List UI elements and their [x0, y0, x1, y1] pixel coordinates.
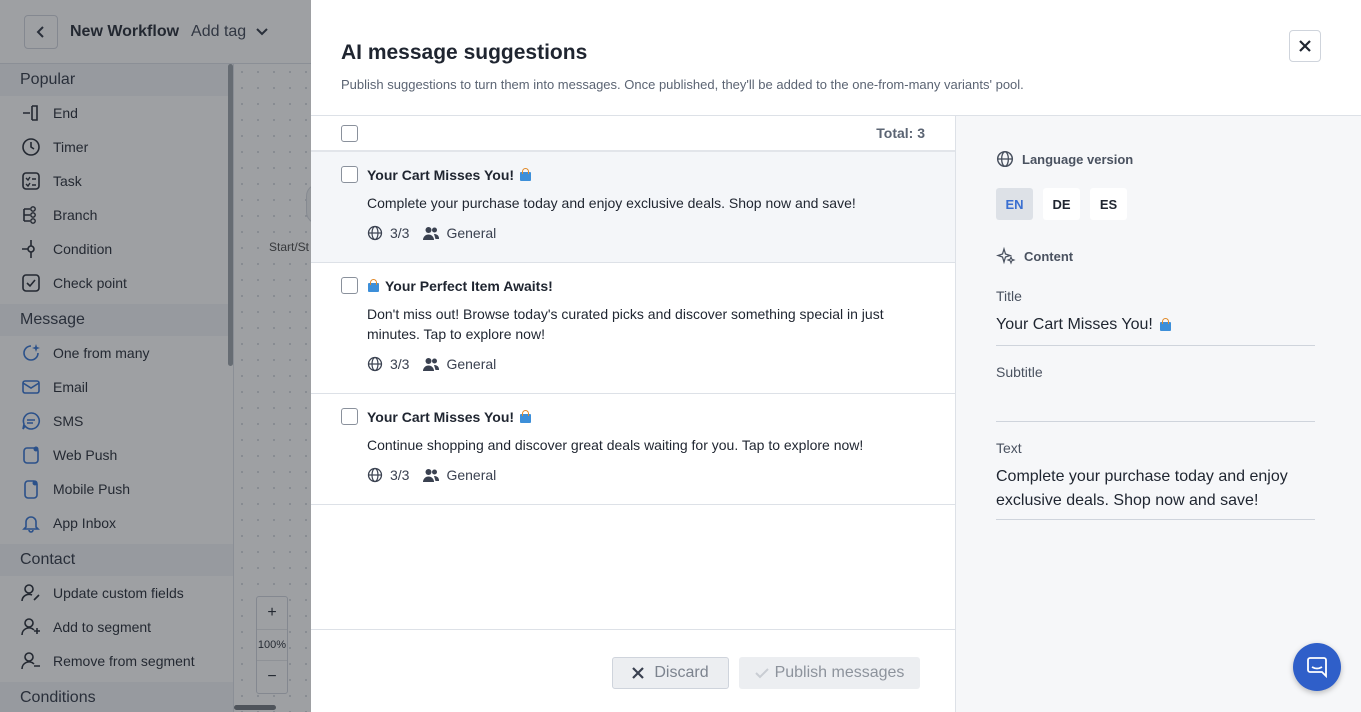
segment-value: General [446, 356, 497, 372]
suggestion-title: Your Perfect Item Awaits! [385, 277, 553, 294]
discard-button[interactable]: Discard [612, 657, 729, 689]
content-label: Content [1024, 248, 1074, 264]
languages-value: 3/3 [390, 225, 410, 241]
users-icon [423, 358, 440, 371]
publish-label: Publish messages [774, 664, 905, 681]
text-field[interactable]: Complete your purchase today and enjoy e… [996, 456, 1315, 520]
globe-icon [367, 356, 383, 372]
shopping-bag-icon [519, 410, 532, 423]
title-field-value: Your Cart Misses You! [996, 316, 1153, 333]
ai-suggestions-modal: AI message suggestions Publish suggestio… [311, 0, 1361, 712]
check-icon [754, 668, 769, 679]
language-version-label: Language version [1022, 151, 1134, 167]
modal-title: AI message suggestions [341, 41, 588, 64]
segment: General [423, 225, 496, 241]
suggestion-title-wrap: Your Perfect Item Awaits! [367, 278, 553, 294]
segment-value: General [446, 467, 497, 483]
chat-support-button[interactable] [1293, 643, 1341, 691]
suggestions-list-pane: Total: 3 Your Cart Misses You! Complete … [311, 116, 956, 712]
close-icon [632, 667, 645, 679]
language-tab-en[interactable]: EN [996, 188, 1033, 220]
suggestion-meta: 3/3 General [367, 354, 925, 374]
close-button[interactable] [1289, 30, 1321, 62]
suggestion-title: Your Cart Misses You! [367, 408, 515, 425]
shopping-bag-icon [367, 279, 380, 292]
suggestion-checkbox[interactable] [341, 166, 358, 183]
language-tab-es[interactable]: ES [1090, 188, 1127, 220]
suggestion-meta: 3/3 General [367, 223, 925, 243]
languages-value: 3/3 [390, 356, 410, 372]
total-count: Total: 3 [876, 125, 925, 141]
shopping-bag-icon [1159, 318, 1172, 331]
segment-value: General [446, 225, 497, 241]
suggestion-item[interactable]: Your Cart Misses You! Complete your purc… [311, 152, 955, 263]
list-header: Total: 3 [311, 116, 955, 152]
language-version-heading: Language version [996, 150, 1321, 168]
languages-value: 3/3 [390, 467, 410, 483]
title-field-label: Title [996, 288, 1022, 304]
subtitle-field[interactable] [996, 380, 1315, 422]
languages-count: 3/3 [367, 356, 409, 372]
text-field-label: Text [996, 440, 1022, 456]
users-icon [423, 227, 440, 240]
globe-icon [367, 467, 383, 483]
select-all-checkbox[interactable] [341, 124, 358, 142]
segment: General [423, 467, 496, 483]
suggestion-checkbox[interactable] [341, 408, 358, 425]
languages-count: 3/3 [367, 467, 409, 483]
modal-subtitle: Publish suggestions to turn them into me… [341, 77, 1024, 92]
close-icon [1299, 40, 1311, 52]
suggestion-item[interactable]: Your Perfect Item Awaits! Don't miss out… [311, 263, 955, 394]
sparkle-icon [996, 246, 1016, 265]
suggestion-text: Don't miss out! Browse today's curated p… [367, 306, 884, 342]
suggestion-item[interactable]: Your Cart Misses You! Continue shopping … [311, 394, 955, 505]
users-icon [423, 469, 440, 482]
text-field-value: Complete your purchase today and enjoy e… [996, 468, 1288, 509]
segment: General [423, 356, 496, 372]
suggestion-title-wrap: Your Cart Misses You! [367, 409, 532, 425]
publish-messages-button[interactable]: Publish messages [739, 657, 920, 689]
language-tab-de[interactable]: DE [1043, 188, 1080, 220]
languages-count: 3/3 [367, 225, 409, 241]
suggestion-title: Your Cart Misses You! [367, 166, 515, 183]
suggestion-text: Continue shopping and discover great dea… [367, 437, 864, 453]
language-selector: EN DE ES [996, 188, 1321, 220]
suggestion-detail-pane: Language version EN DE ES Content Title … [956, 116, 1361, 712]
globe-icon [367, 225, 383, 241]
suggestion-title-wrap: Your Cart Misses You! [367, 167, 532, 183]
suggestion-checkbox[interactable] [341, 277, 358, 294]
subtitle-field-label: Subtitle [996, 364, 1043, 380]
modal-header: AI message suggestions Publish suggestio… [311, 0, 1361, 116]
modal-footer: Discard Publish messages [311, 629, 956, 712]
shopping-bag-icon [519, 168, 532, 181]
chat-icon [1307, 657, 1327, 678]
suggestion-meta: 3/3 General [367, 465, 925, 485]
globe-icon [996, 150, 1014, 168]
suggestion-text: Complete your purchase today and enjoy e… [367, 195, 856, 211]
content-heading: Content [996, 246, 1321, 266]
discard-label: Discard [654, 664, 709, 681]
title-field[interactable]: Your Cart Misses You! [996, 304, 1315, 346]
